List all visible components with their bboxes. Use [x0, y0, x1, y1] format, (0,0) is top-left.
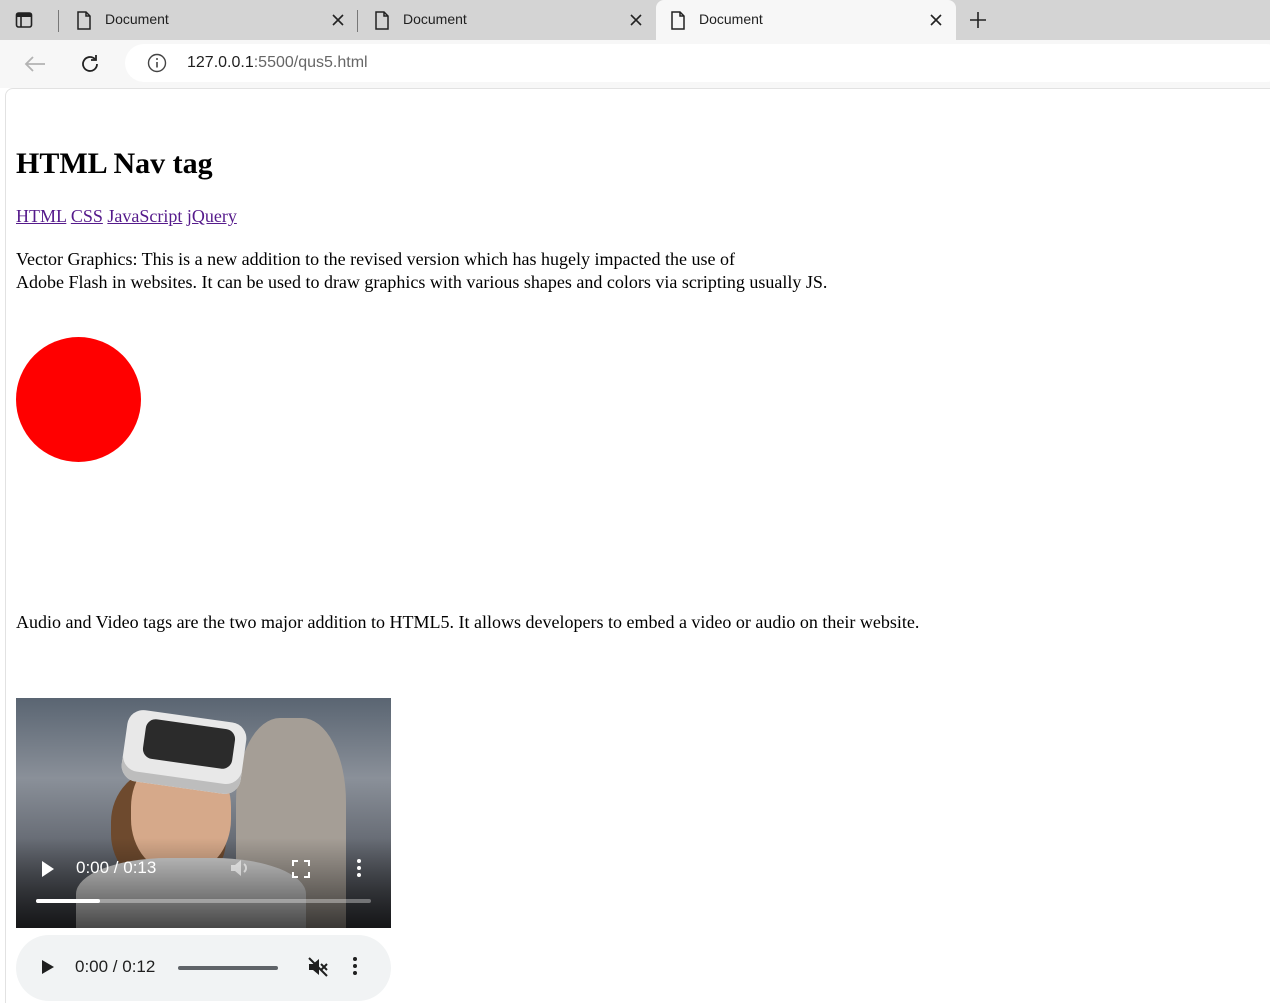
nav-links: HTML CSS JavaScript jQuery	[16, 206, 237, 227]
nav-link-css[interactable]: CSS	[71, 206, 103, 226]
play-icon[interactable]	[41, 959, 55, 980]
tab-actions-icon[interactable]	[12, 8, 36, 32]
site-info-icon[interactable]	[147, 53, 167, 78]
more-options-icon[interactable]	[356, 858, 362, 883]
fullscreen-icon[interactable]	[292, 860, 310, 883]
page-viewport: HTML Nav tag HTML CSS JavaScript jQuery …	[5, 88, 1270, 1003]
browser-toolbar: 127.0.0.1:5500/qus5.html	[0, 40, 1270, 88]
audio-player[interactable]: 0:00 / 0:12	[16, 935, 391, 1001]
tab-document-3-active[interactable]: Document	[656, 0, 956, 40]
tab-separator	[357, 10, 358, 32]
audio-time: 0:00 / 0:12	[75, 957, 156, 976]
video-player[interactable]: 0:00 / 0:13	[16, 698, 391, 928]
tab-document-1[interactable]: Document	[62, 0, 358, 40]
close-icon[interactable]	[926, 10, 946, 30]
back-arrow-icon[interactable]	[21, 50, 49, 78]
close-icon[interactable]	[328, 10, 348, 30]
muted-icon[interactable]	[307, 956, 329, 983]
document-icon	[374, 11, 390, 33]
close-icon[interactable]	[626, 10, 646, 30]
url-path: :5500/qus5.html	[253, 54, 368, 71]
tab-label: Document	[105, 11, 169, 27]
audio-video-paragraph: Audio and Video tags are the two major a…	[16, 612, 920, 632]
video-time: 0:00 / 0:13	[76, 858, 157, 877]
vector-graphics-paragraph: Vector Graphics: This is a new addition …	[16, 248, 1216, 294]
volume-icon[interactable]	[230, 858, 252, 883]
nav-link-javascript[interactable]: JavaScript	[107, 206, 182, 226]
paragraph-line: Vector Graphics: This is a new addition …	[16, 249, 735, 269]
paragraph-line: Adobe Flash in websites. It can be used …	[16, 272, 828, 292]
new-tab-icon[interactable]	[966, 8, 990, 32]
audio-seek-bar[interactable]	[178, 966, 278, 970]
reload-icon[interactable]	[76, 50, 104, 78]
play-icon[interactable]	[40, 860, 56, 883]
tab-label: Document	[699, 11, 763, 27]
url-host: 127.0.0.1	[187, 54, 254, 71]
video-progress-fill	[36, 899, 100, 903]
document-icon	[670, 11, 686, 33]
url-text[interactable]: 127.0.0.1:5500/qus5.html	[187, 54, 368, 72]
red-circle-graphic	[16, 337, 141, 462]
video-controls-shade	[16, 838, 391, 928]
tab-strip: Document Document Document	[0, 0, 1270, 40]
video-progress-bar[interactable]	[36, 899, 371, 903]
address-bar[interactable]: 127.0.0.1:5500/qus5.html	[125, 44, 1270, 82]
nav-link-jquery[interactable]: jQuery	[187, 206, 237, 226]
tab-separator	[58, 10, 59, 32]
more-options-icon[interactable]	[352, 956, 358, 981]
nav-link-html[interactable]: HTML	[16, 206, 66, 226]
tab-label: Document	[403, 11, 467, 27]
tab-document-2[interactable]: Document	[360, 0, 656, 40]
document-icon	[76, 11, 92, 33]
page-heading: HTML Nav tag	[16, 147, 213, 180]
